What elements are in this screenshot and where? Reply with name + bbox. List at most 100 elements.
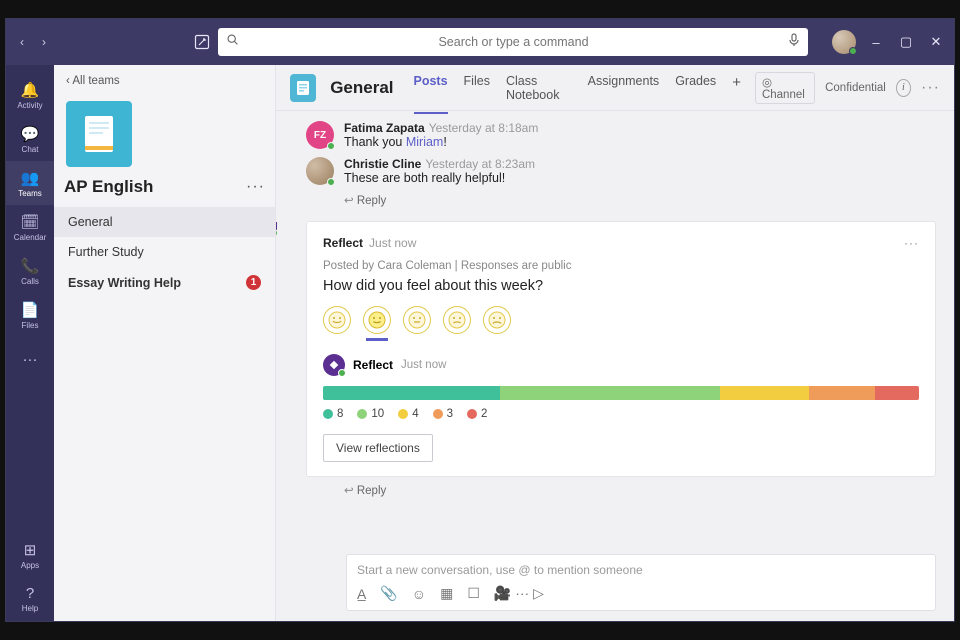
me-avatar[interactable]: [832, 30, 856, 54]
confidential-label: Confidential: [825, 82, 886, 94]
legend-item: 8: [323, 408, 343, 420]
emoji-very-sad[interactable]: [483, 306, 511, 334]
presence-available-icon: [338, 369, 346, 377]
rail-apps[interactable]: ⊞Apps: [6, 533, 54, 577]
channel-list: General Further Study Essay Writing Help…: [54, 207, 275, 298]
emoji-happy[interactable]: [363, 306, 391, 334]
reflect-card: Reflect Just now ··· Posted by Cara Cole…: [306, 221, 936, 477]
view-reflections-button[interactable]: View reflections: [323, 434, 433, 462]
team-more-button[interactable]: ···: [246, 178, 265, 196]
phone-icon: 📞: [21, 257, 40, 275]
rail-teams[interactable]: 👥Teams: [6, 161, 54, 205]
legend-item: 10: [357, 408, 384, 420]
unread-badge: 1: [246, 275, 261, 290]
card-more-button[interactable]: ···: [904, 236, 919, 250]
tab-assignments[interactable]: Assignments: [588, 62, 660, 114]
legend-item: 2: [467, 408, 487, 420]
channel-general[interactable]: General: [54, 207, 275, 237]
info-button[interactable]: i: [896, 79, 911, 97]
send-button[interactable]: ▷: [533, 585, 544, 601]
meet-now-icon[interactable]: 🎥 ··· ▷: [494, 585, 544, 602]
window-close-button[interactable]: ✕: [926, 34, 946, 50]
search-icon: [226, 33, 239, 51]
message: Christie ClineYesterday at 8:23am These …: [346, 157, 936, 185]
emoji-icon[interactable]: ☺: [412, 586, 426, 602]
channel-header: General Posts Files Class Notebook Assig…: [276, 65, 954, 111]
calendar-icon: 🗓: [20, 213, 39, 231]
channel-content: General Posts Files Class Notebook Assig…: [276, 65, 954, 621]
nav-forward-button[interactable]: ›: [34, 32, 54, 52]
rail-calls[interactable]: 📞Calls: [6, 249, 54, 293]
legend-item: 4: [398, 408, 418, 420]
tab-class-notebook[interactable]: Class Notebook: [506, 62, 572, 114]
rail-files[interactable]: 📄Files: [6, 293, 54, 337]
channel-further-study[interactable]: Further Study: [54, 237, 275, 267]
emoji-sad[interactable]: [443, 306, 471, 334]
legend-item: 3: [433, 408, 453, 420]
team-avatar[interactable]: [66, 101, 132, 167]
bar-segment: [875, 386, 919, 400]
tab-posts[interactable]: Posts: [414, 62, 448, 114]
search-bar[interactable]: [218, 28, 808, 56]
presence-available-icon: [327, 142, 335, 150]
author-name: Reflect: [323, 236, 363, 250]
channel-scope-pill[interactable]: ◎ Channel: [755, 72, 815, 104]
reflect-app-avatar-small[interactable]: [323, 354, 345, 376]
presence-available-icon: [327, 178, 335, 186]
mention[interactable]: Miriam: [406, 135, 444, 149]
emoji-row: [323, 306, 919, 334]
response-distribution-bar: [323, 386, 919, 400]
app-rail: 🔔Activity 💬Chat 👥Teams 🗓Calendar 📞Calls …: [6, 65, 54, 621]
help-icon: ?: [26, 585, 34, 602]
rail-help[interactable]: ?Help: [6, 577, 54, 621]
sticker-icon[interactable]: ☐: [467, 585, 480, 602]
timestamp: Just now: [401, 359, 446, 371]
attach-icon[interactable]: 📎: [380, 585, 397, 602]
channel-avatar-icon: [290, 74, 316, 102]
bell-icon: 🔔: [21, 81, 40, 99]
titlebar: ‹ › – ▢ ✕: [6, 19, 954, 65]
avatar-fatima[interactable]: FZ: [306, 121, 334, 149]
emoji-very-happy[interactable]: [323, 306, 351, 334]
reflect-app-avatar[interactable]: [276, 222, 277, 236]
window-minimize-button[interactable]: –: [866, 35, 886, 50]
tab-grades[interactable]: Grades: [675, 62, 716, 114]
tab-files[interactable]: Files: [464, 62, 490, 114]
composer-area: Start a new conversation, use @ to menti…: [276, 548, 954, 621]
channel-more-button[interactable]: ···: [921, 79, 940, 97]
author-name: Christie Cline: [344, 157, 421, 171]
reply-button[interactable]: Reply: [344, 193, 936, 207]
mic-icon[interactable]: [788, 33, 800, 52]
rail-chat[interactable]: 💬Chat: [6, 117, 54, 161]
format-icon[interactable]: A̲: [357, 586, 366, 602]
bar-segment: [500, 386, 721, 400]
nav-back-button[interactable]: ‹: [12, 32, 32, 52]
back-to-all-teams[interactable]: ‹ All teams: [54, 71, 275, 97]
file-icon: 📄: [21, 301, 40, 319]
composer-placeholder: Start a new conversation, use @ to menti…: [357, 563, 925, 577]
bar-segment: [323, 386, 500, 400]
message: FZ Fatima ZapataYesterday at 8:18am Than…: [346, 121, 936, 149]
channel-essay-writing-help[interactable]: Essay Writing Help 1: [54, 267, 275, 298]
rail-more[interactable]: ···: [6, 337, 54, 381]
search-input[interactable]: [247, 35, 780, 49]
teams-icon: 👥: [21, 169, 40, 187]
avatar-christie[interactable]: [306, 157, 334, 185]
add-tab-button[interactable]: +: [732, 62, 741, 114]
author-name: Fatima Zapata: [344, 121, 425, 135]
reflect-results: Reflect Just now 810432 View reflections: [323, 354, 919, 462]
reply-button[interactable]: Reply: [344, 483, 936, 497]
bar-segment: [720, 386, 808, 400]
rail-calendar[interactable]: 🗓Calendar: [6, 205, 54, 249]
chat-icon: 💬: [21, 125, 40, 143]
gif-icon[interactable]: ▦: [440, 585, 453, 602]
channel-tabs: Posts Files Class Notebook Assignments G…: [414, 62, 741, 114]
composer-more-icon[interactable]: ···: [515, 585, 529, 601]
window-maximize-button[interactable]: ▢: [896, 34, 916, 50]
timestamp: Yesterday at 8:23am: [425, 157, 535, 171]
message-composer[interactable]: Start a new conversation, use @ to menti…: [346, 554, 936, 611]
new-message-button[interactable]: [194, 34, 210, 50]
messages-scroll[interactable]: FZ Fatima ZapataYesterday at 8:18am Than…: [276, 111, 954, 548]
rail-activity[interactable]: 🔔Activity: [6, 73, 54, 117]
emoji-neutral[interactable]: [403, 306, 431, 334]
